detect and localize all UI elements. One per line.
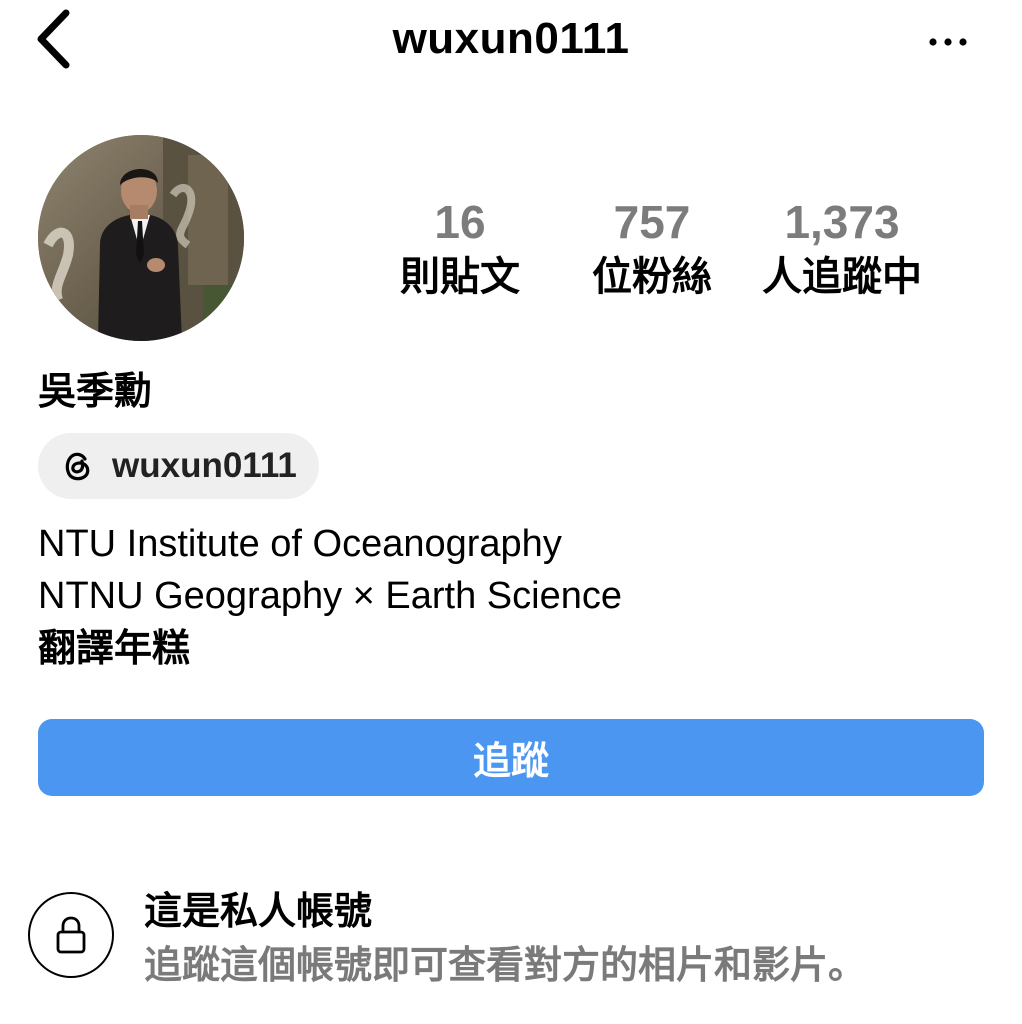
posts-count-label: 則貼文	[400, 254, 520, 300]
profile-photo	[38, 135, 244, 341]
avatar[interactable]	[38, 135, 244, 341]
threads-handle: wuxun0111	[112, 446, 297, 485]
followers-count[interactable]: 757 位粉絲	[562, 196, 742, 304]
more-options-button[interactable]	[926, 26, 970, 58]
bio-line: NTNU Geography × Earth Science	[38, 575, 622, 617]
threads-icon	[58, 446, 98, 486]
lock-icon-circle	[28, 892, 114, 978]
page-title: wuxun0111	[392, 14, 630, 63]
posts-count: 16 則貼文	[370, 196, 550, 304]
private-account-title: 這是私人帳號	[144, 889, 373, 933]
private-account-subtitle: 追蹤這個帳號即可查看對方的相片和影片。	[144, 943, 867, 987]
following-count-value: 1,373	[784, 196, 900, 248]
top-bar: wuxun0111	[0, 0, 1022, 90]
private-account-notice: 這是私人帳號 追蹤這個帳號即可查看對方的相片和影片。	[28, 876, 988, 996]
bio: NTU Institute of Oceanography NTNU Geogr…	[38, 518, 622, 674]
following-count[interactable]: 1,373 人追蹤中	[752, 196, 932, 304]
follow-button[interactable]: 追蹤	[38, 719, 984, 796]
bio-line: NTU Institute of Oceanography	[38, 523, 562, 565]
more-horizontal-icon	[929, 38, 967, 46]
followers-count-value: 757	[613, 196, 691, 248]
lock-icon	[56, 916, 86, 954]
threads-link[interactable]: wuxun0111	[38, 433, 319, 499]
bio-line: 翻譯年糕	[38, 626, 191, 670]
posts-count-value: 16	[434, 196, 486, 248]
followers-count-label: 位粉絲	[592, 254, 712, 300]
display-name: 吳季勳	[38, 369, 153, 413]
following-count-label: 人追蹤中	[762, 254, 922, 300]
